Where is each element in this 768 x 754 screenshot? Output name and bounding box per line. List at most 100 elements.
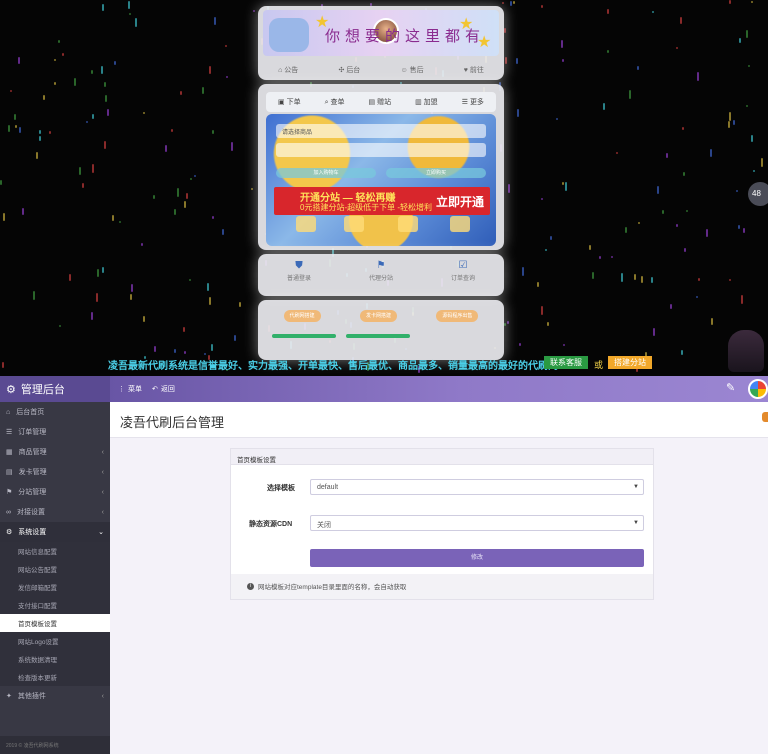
rain-drop [97,269,99,277]
rain-drop [184,201,186,208]
side-float-badge[interactable]: 48 [748,182,768,206]
rain-drop [516,58,518,64]
sidebar-subitem-announcement[interactable]: 网站公告配置 [0,560,110,578]
sidebar-subitem-template[interactable]: 首页模板设置 [0,614,110,632]
mascot-figure [728,330,764,372]
build-site-button[interactable]: 搭建分站 [608,356,652,369]
rain-drop [2,362,4,368]
rain-drop [102,4,104,11]
rain-drop [746,30,748,38]
stat-label: 普通登录 [286,276,311,282]
quantity-field[interactable] [276,143,486,157]
rain-drop [541,198,543,200]
rain-drop [143,112,145,114]
sidebar-item-docking[interactable]: ∞ 对接设置 ‹ [0,502,110,522]
rain-drop [190,178,192,180]
tool-nav-order[interactable]: ▣ 下单 [278,97,301,107]
rain-drop [69,274,71,281]
sidebar-subitem-payment[interactable]: 支付接口配置 [0,596,110,614]
rain-drop [0,180,2,185]
buy-now-button[interactable]: 立即购买 [386,168,486,178]
nav-label: 后台 [346,67,361,74]
nav-label: 公告 [284,67,299,74]
chevron-left-icon: ‹ [101,468,104,476]
promo-tile[interactable] [344,216,364,232]
service-pill[interactable]: 源码程序出售 [436,310,479,322]
tool-nav-join[interactable]: ▥ 加盟 [415,97,438,107]
gear-icon: ⚙ [6,383,16,396]
tool-nav-query[interactable]: ⌕ 查单 [325,97,345,107]
rain-drop [251,188,253,190]
rain-drop [753,170,755,172]
sidebar-item-system-settings[interactable]: ⚙ 系统设置 ⌄ [0,522,110,542]
rain-drop [736,190,738,192]
agent-site[interactable]: ⚑ 代理分站 [369,260,393,282]
promo-cta[interactable]: 立即开通 [436,193,484,210]
contact-support-button[interactable]: 联系客服 [544,356,588,369]
sidebar-subitem-logo[interactable]: 网站Logo设置 [0,632,110,650]
rain-drop [102,267,104,273]
sidebar-item-products[interactable]: ▦ 商品管理 ‹ [0,442,110,462]
rain-drop [729,112,731,121]
promo-banner[interactable]: 开通分站 — 轻松再赚 0元搭建分站-超级低于下单 -轻松增利 立即开通 [274,187,490,215]
tool-nav-gift[interactable]: ▤ 赠站 [369,97,392,107]
rain-drop [82,183,84,188]
rain-drop [505,57,507,64]
wrench-icon[interactable]: ✎ [726,381,735,394]
tool-nav: ▣ 下单 ⌕ 查单 ▤ 赠站 ▥ 加盟 ☰ 更多 [266,92,496,112]
product-select-field[interactable]: 请选择商品 [276,124,486,138]
rain-drop [670,304,672,309]
sidebar-subitem-cleanup[interactable]: 系统数据清理 [0,650,110,668]
normal-login[interactable]: ⛊ 普通登录 [287,260,311,282]
rain-drop [751,135,753,142]
rain-drop [519,343,521,346]
rain-drop [562,59,564,62]
sidebar-subitem-site-info[interactable]: 网站信息配置 [0,542,110,560]
tool-label: 查单 [330,99,345,106]
nav-admin[interactable]: ✣ 后台 [338,65,360,75]
service-pill[interactable]: 代刷网搭建 [283,310,321,322]
rain-drop [36,152,38,159]
banner-text: 你想要的这里都有 [325,27,486,45]
rain-drop [39,136,41,141]
note-text: 网站模板对应template目录里面的名称，会自动获取 [258,584,407,591]
or-text: 或 [594,360,604,370]
rain-drop [96,293,98,302]
add-cart-button[interactable]: 加入购物车 [276,168,376,178]
promo-tile[interactable] [296,216,316,232]
sidebar-subitem-mail[interactable]: 发信邮箱配置 [0,578,110,596]
rain-drop [541,306,543,315]
sidebar-subitem-update[interactable]: 检查版本更新 [0,668,110,686]
promo-tile[interactable] [450,216,470,232]
sidebar-item-cards[interactable]: ▤ 发卡管理 ‹ [0,462,110,482]
rain-drop [513,1,515,4]
service-pill[interactable]: 发卡网搭建 [359,310,397,322]
sidebar-item-dashboard[interactable]: ⌂ 后台首页 [0,402,110,422]
rain-drop [141,243,143,246]
back-link[interactable]: ↶ 返回 [152,384,175,394]
nav-aftersale[interactable]: ☺ 售后 [400,65,423,75]
rain-drop [743,228,745,233]
rain-drop [592,272,594,279]
cdn-select[interactable]: 关闭 ▼ [310,515,644,531]
template-select[interactable]: default ▼ [310,479,644,495]
user-avatar[interactable] [748,379,768,399]
nav-announcement[interactable]: ⌂ 公告 [278,65,298,75]
sidebar-item-label: 系统设置 [18,529,47,536]
sidebar-item-orders[interactable]: ☰ 订单管理 [0,422,110,442]
submit-button[interactable]: 修改 [310,549,644,567]
storefront-preview: ★ ★ ★ 你想要的这里都有 ⌂ 公告 ✣ 后台 ☺ 售后 ♥ 前往 ▣ 下单 ⌕ 查单… [0,0,768,376]
sidebar-item-substations[interactable]: ⚑ 分站管理 ‹ [0,482,110,502]
brand[interactable]: ⚙ 管理后台 [0,376,110,402]
share-icon: ✣ [338,67,345,74]
nav-goto[interactable]: ♥ 前往 [464,65,484,75]
promo-tile[interactable] [398,216,418,232]
tool-label: 赠站 [377,99,392,106]
menu-toggle[interactable]: ⋮ 菜单 [118,384,142,394]
sidebar-item-plugins[interactable]: ✦ 其他插件 ‹ [0,686,110,706]
tool-nav-more[interactable]: ☰ 更多 [462,97,484,107]
order-query[interactable]: ☑ 订单查询 [451,260,475,282]
page-title: 凌吾代刷后台管理 [120,415,225,430]
rain-drop [507,321,509,324]
panel-footer-note: i 网站模板对应template目录里面的名称，会自动获取 [230,574,654,600]
